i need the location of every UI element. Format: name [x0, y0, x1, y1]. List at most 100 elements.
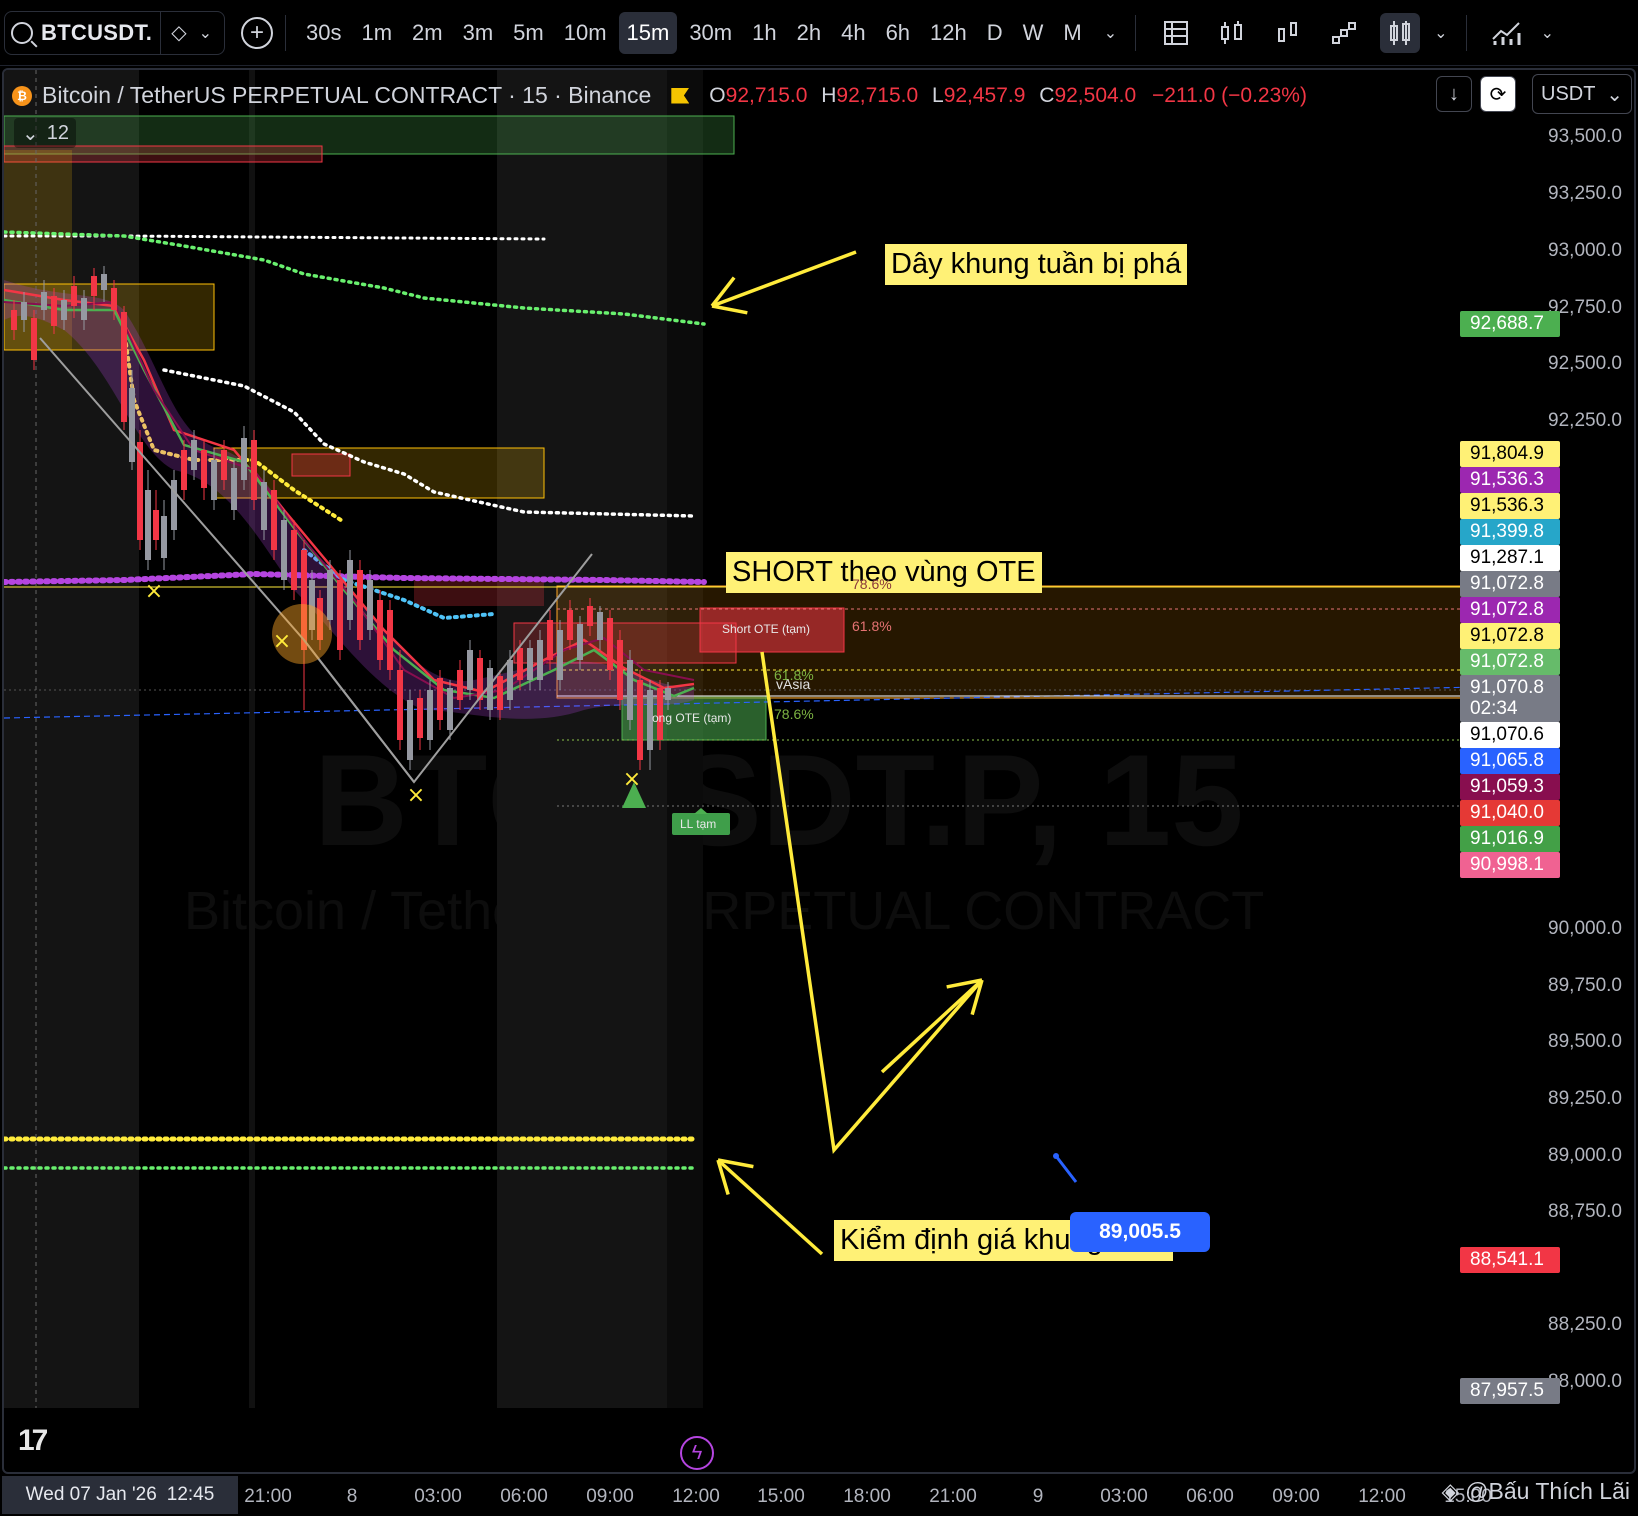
red-zone: [291, 453, 351, 477]
candles-icon[interactable]: [1212, 13, 1252, 53]
currency-select[interactable]: USDT ⌄: [1532, 74, 1632, 114]
symbol-search[interactable]: BTCUSDT. ◇ ⌄: [4, 10, 225, 55]
time-tick: 12:00: [672, 1486, 720, 1507]
candle-body: [387, 610, 393, 670]
short-ote-label[interactable]: Short OTE (tạm): [722, 622, 810, 636]
price-label: 91,016.9: [1460, 826, 1560, 852]
candle-body: [337, 580, 343, 650]
timeframe-12h[interactable]: 12h: [922, 12, 975, 54]
candle-body: [11, 310, 17, 330]
time-tick: 09:00: [586, 1486, 634, 1507]
candle-body: [587, 606, 593, 626]
timeframe-2h[interactable]: 2h: [789, 12, 829, 54]
timeframe-6h[interactable]: 6h: [878, 12, 918, 54]
timeframe-4h[interactable]: 4h: [833, 12, 873, 54]
timeframe-15m[interactable]: 15m: [618, 11, 678, 54]
time-tick: 21:00: [244, 1486, 292, 1507]
candle-body: [457, 670, 463, 700]
session-shade: [249, 70, 255, 1408]
time-tick: 06:00: [500, 1486, 548, 1507]
diamond-logo-icon: ◈: [1441, 1478, 1460, 1504]
candle-body: [291, 530, 297, 590]
timeframe-1m[interactable]: 1m: [353, 12, 400, 54]
sync-icon[interactable]: ⟳: [1480, 76, 1516, 112]
currency-value: USDT: [1541, 82, 1596, 105]
candle-body: [547, 620, 553, 660]
time-tick: 8: [346, 1486, 358, 1507]
price-tick: 90,000.0: [1548, 918, 1622, 939]
candle-body: [665, 688, 671, 700]
candle-body: [347, 560, 353, 620]
candle-body: [101, 274, 107, 290]
candle-body: [557, 630, 563, 680]
note-weekly-broken[interactable]: Dây khung tuần bị phá: [885, 244, 1188, 285]
legend-title[interactable]: Bitcoin / TetherUS PERPETUAL CONTRACT · …: [42, 82, 651, 109]
price-tick: 93,250.0: [1548, 183, 1622, 204]
timeframe-M[interactable]: M: [1055, 12, 1089, 54]
toolbar-divider: [1465, 14, 1467, 51]
timeframe-5m[interactable]: 5m: [505, 12, 552, 54]
lightning-icon[interactable]: ϟ: [680, 1436, 714, 1470]
candle-body: [517, 648, 523, 680]
candle-body: [417, 698, 423, 738]
ohlc-values: O92,715.0 H92,715.0 L92,457.9 C92,504.0 …: [709, 84, 1307, 108]
candle-body: [607, 618, 613, 670]
bar-chart-type-icon[interactable]: [1156, 13, 1196, 53]
tradingview-logo-icon[interactable]: 17: [18, 1424, 48, 1458]
x-marker: ×: [273, 629, 291, 654]
price-label: 90,998.1: [1460, 852, 1560, 878]
price-label: 91,536.3: [1460, 467, 1560, 493]
price-label: 87,957.5: [1460, 1378, 1560, 1404]
price-label: 91,072.8: [1460, 649, 1560, 675]
long-ote-label[interactable]: ong OTE (tạm): [652, 711, 731, 725]
price-label: 91,072.8: [1460, 571, 1560, 597]
timeframe-D[interactable]: D: [979, 12, 1011, 54]
price-label: 92,688.7: [1460, 311, 1560, 337]
close-value: 92,504.0: [1054, 83, 1137, 107]
date-badge-date: Wed 07 Jan '26: [25, 1484, 157, 1505]
timeframe-more-chevron-icon[interactable]: ⌄: [1104, 23, 1117, 43]
ll-tag[interactable]: LL tạm: [680, 817, 716, 831]
price-chart-canvas[interactable]: ××××: [4, 70, 1636, 1474]
time-tick: 03:00: [1100, 1486, 1148, 1507]
chart-legend: ₿ Bitcoin / TetherUS PERPETUAL CONTRACT …: [12, 82, 1307, 109]
price-tick: 89,750.0: [1548, 975, 1622, 996]
flag-icon[interactable]: [671, 87, 690, 104]
timeframe-10m[interactable]: 10m: [556, 12, 615, 54]
timeframe-W[interactable]: W: [1015, 12, 1052, 54]
footprint-icon[interactable]: [1380, 12, 1421, 53]
timeframe-30s[interactable]: 30s: [298, 12, 349, 54]
diamond-icon[interactable]: ◇ ⌄: [160, 10, 218, 55]
target-price-callout[interactable]: 89,005.5: [1070, 1212, 1210, 1252]
candle-body: [617, 640, 623, 700]
candle-body: [497, 676, 503, 710]
step-line-icon[interactable]: [1324, 13, 1364, 53]
price-label: 91,287.1: [1460, 545, 1560, 571]
candle-body: [129, 388, 135, 462]
toolbar-divider: [1135, 14, 1137, 51]
timeframe-30m[interactable]: 30m: [681, 12, 740, 54]
candle-body: [153, 510, 159, 540]
low-value: 92,457.9: [943, 83, 1026, 107]
indicators-collapse-toggle[interactable]: ⌄ 12: [14, 118, 76, 148]
indicators-icon[interactable]: [1487, 13, 1527, 53]
price-label: 91,399.8: [1460, 519, 1560, 545]
indicator-count: 12: [46, 121, 70, 144]
fib-786-top-label: 78.6%: [852, 576, 892, 592]
candle-body: [427, 690, 433, 740]
candle-body: [537, 640, 543, 680]
hollow-candles-icon[interactable]: [1268, 13, 1308, 53]
compare-add-button[interactable]: +: [240, 16, 273, 49]
price-label: 91,070.6: [1460, 722, 1560, 748]
crosshair-date-badge: Wed 07 Jan '26 12:45: [2, 1476, 238, 1514]
timeframe-3m[interactable]: 3m: [455, 12, 502, 54]
candle-body: [41, 292, 47, 310]
timeframe-2m[interactable]: 2m: [404, 12, 451, 54]
time-tick: 06:00: [1186, 1486, 1234, 1507]
chart-type-more-chevron-icon[interactable]: ⌄: [1434, 23, 1447, 43]
candle-body: [241, 438, 247, 480]
timeframe-1h[interactable]: 1h: [744, 12, 784, 54]
chart-area[interactable]: BTCUSDT.P, 15 Bitcoin / TetherUS PERPETU…: [2, 68, 1636, 1474]
indicators-more-chevron-icon[interactable]: ⌄: [1541, 23, 1554, 43]
arrow-down-icon[interactable]: ↓: [1436, 76, 1472, 112]
